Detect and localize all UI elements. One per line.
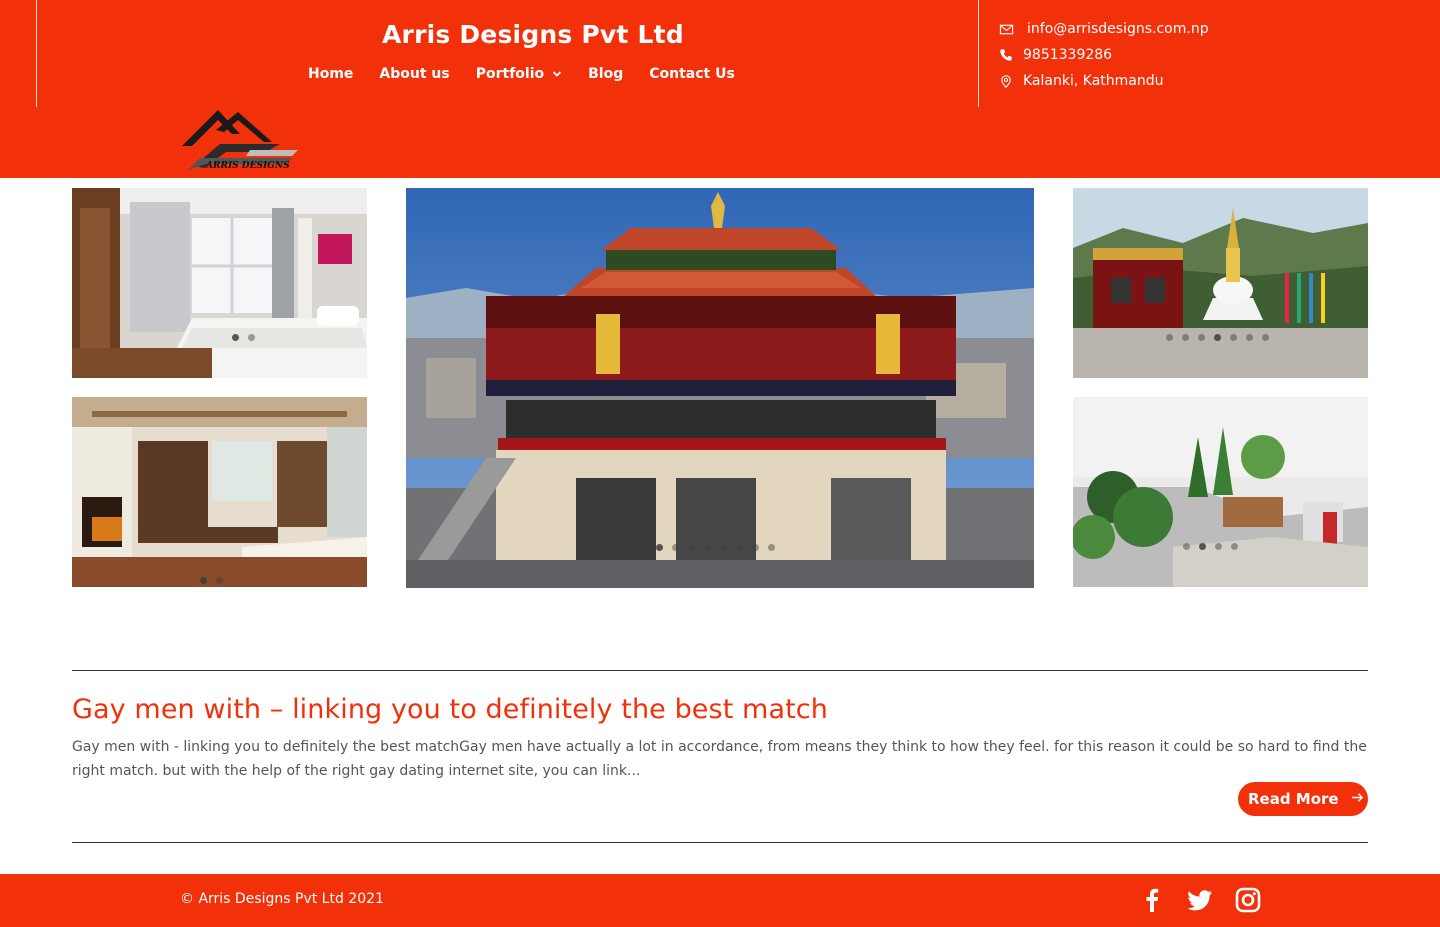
twitter-icon[interactable]: [1186, 886, 1214, 914]
read-more-button[interactable]: Read More: [1238, 782, 1368, 816]
read-more-label: Read More: [1248, 790, 1339, 808]
site-title[interactable]: Arris Designs Pvt Ltd: [382, 20, 684, 49]
slider-dot[interactable]: [216, 577, 223, 584]
slider-dot[interactable]: [752, 544, 759, 551]
envelope-icon: [998, 21, 1014, 37]
chevron-down-icon: [553, 71, 562, 77]
logo-wordmark: ARRIS DESIGNS: [205, 161, 290, 171]
nav-portfolio-label: Portfolio: [475, 66, 545, 82]
nav-about[interactable]: About us: [379, 66, 449, 82]
nav-about-label: About us: [379, 66, 450, 82]
slider-dot[interactable]: [1214, 334, 1221, 341]
slider-dot[interactable]: [1199, 543, 1206, 550]
slider-dot[interactable]: [1230, 334, 1237, 341]
copyright-text: © Arris Designs Pvt Ltd 2021: [180, 891, 384, 907]
gallery-tile-monastery[interactable]: [406, 188, 1034, 588]
slider-dot[interactable]: [1198, 334, 1205, 341]
slider-dot[interactable]: [1182, 334, 1189, 341]
bedroom-image: [72, 188, 367, 378]
site-footer: © Arris Designs Pvt Ltd 2021: [0, 874, 1440, 927]
nav-home[interactable]: Home: [308, 66, 353, 82]
park-image: [1073, 397, 1368, 587]
nav-contact-label: Contact Us: [649, 66, 735, 82]
facebook-icon[interactable]: [1138, 886, 1166, 914]
map-pin-icon: [998, 73, 1014, 89]
phone-icon: [998, 47, 1014, 63]
nav-blog-label: Blog: [588, 66, 624, 82]
nav-portfolio[interactable]: Portfolio: [476, 66, 562, 82]
bedroom-slider-dots: [232, 334, 255, 341]
slider-dot[interactable]: [656, 544, 663, 551]
slider-dot[interactable]: [248, 334, 255, 341]
slider-dot[interactable]: [232, 334, 239, 341]
main-nav: Home About us Portfolio Blog Contact Us: [308, 66, 761, 82]
monastery-slider-dots: [656, 544, 775, 551]
living-room-slider-dots: [200, 577, 223, 584]
slider-dot[interactable]: [1215, 543, 1222, 550]
slider-dot[interactable]: [1183, 543, 1190, 550]
post-divider-bottom: [72, 842, 1368, 843]
post-excerpt: Gay men with - linking you to definitely…: [72, 739, 1367, 779]
contact-email-row[interactable]: info@arrisdesigns.com.np: [998, 16, 1209, 42]
contact-info: info@arrisdesigns.com.np 9851339286 Kala…: [998, 16, 1209, 94]
slider-dot[interactable]: [720, 544, 727, 551]
slider-dot[interactable]: [1262, 334, 1269, 341]
site-logo[interactable]: ARRIS DESIGNS: [180, 106, 300, 176]
site-header: Arris Designs Pvt Ltd Home About us Port…: [0, 0, 1440, 178]
nav-home-label: Home: [308, 66, 354, 82]
slider-dot[interactable]: [672, 544, 679, 551]
gallery-tile-stupa[interactable]: [1073, 188, 1368, 378]
slider-dot[interactable]: [736, 544, 743, 551]
monastery-image: [406, 188, 1034, 588]
park-slider-dots: [1183, 543, 1238, 550]
contact-phone-row[interactable]: 9851339286: [998, 42, 1209, 68]
stupa-slider-dots: [1166, 334, 1269, 341]
gallery-tile-park[interactable]: [1073, 397, 1368, 587]
arrow-right-icon: [1351, 790, 1364, 808]
contact-address-row: Kalanki, Kathmandu: [998, 68, 1209, 94]
header-divider-left: [36, 0, 37, 107]
slider-dot[interactable]: [1246, 334, 1253, 341]
post-divider-top: [72, 670, 1368, 671]
living-room-image: [72, 397, 367, 587]
gallery-tile-bedroom[interactable]: [72, 188, 367, 378]
contact-email[interactable]: info@arrisdesigns.com.np: [1027, 21, 1209, 37]
post-title[interactable]: Gay men with – linking you to definitely…: [72, 694, 828, 725]
instagram-icon[interactable]: [1234, 886, 1262, 914]
slider-dot[interactable]: [1166, 334, 1173, 341]
slider-dot[interactable]: [200, 577, 207, 584]
slider-dot[interactable]: [1231, 543, 1238, 550]
nav-contact[interactable]: Contact Us: [649, 66, 735, 82]
stupa-image: [1073, 188, 1368, 378]
nav-blog[interactable]: Blog: [588, 66, 623, 82]
slider-dot[interactable]: [704, 544, 711, 551]
slider-dot[interactable]: [768, 544, 775, 551]
contact-phone[interactable]: 9851339286: [1023, 47, 1112, 63]
slider-dot[interactable]: [688, 544, 695, 551]
contact-address: Kalanki, Kathmandu: [1023, 73, 1164, 89]
gallery-tile-living-room[interactable]: [72, 397, 367, 587]
header-divider-right: [978, 0, 979, 107]
